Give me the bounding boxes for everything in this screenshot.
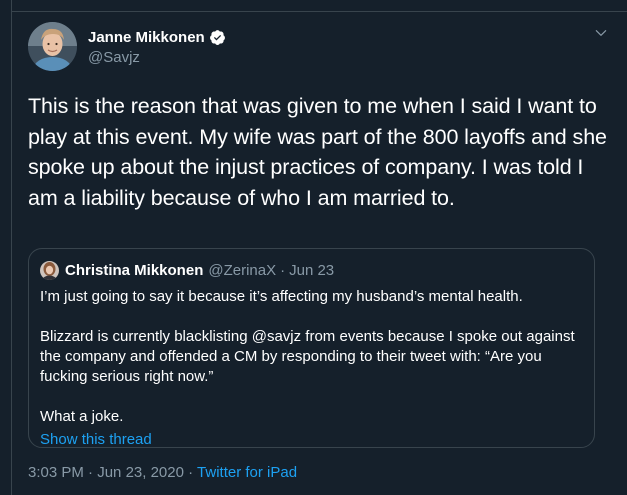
chevron-down-icon[interactable] (594, 26, 608, 40)
quoted-author-display-name: Christina Mikkonen (65, 261, 204, 279)
quoted-meta-separator: · (280, 261, 286, 279)
quoted-paragraph: Blizzard is currently blacklisting @savj… (40, 328, 575, 385)
footer-separator: · (88, 464, 94, 481)
tweet-time[interactable]: 3:03 PM (28, 464, 84, 481)
tweet-date[interactable]: Jun 23, 2020 (97, 464, 184, 481)
quoted-paragraph: What a joke. (40, 408, 124, 425)
author-names: Janne Mikkonen @Savjz (88, 27, 226, 66)
author-avatar[interactable] (28, 22, 77, 71)
tweet-source-link[interactable]: Twitter for iPad (197, 464, 297, 481)
tweet-text: This is the reason that was given to me … (28, 94, 607, 210)
verified-badge-icon (209, 29, 225, 45)
display-name-row: Janne Mikkonen (88, 27, 226, 47)
footer-separator: · (188, 464, 194, 481)
tweet: Janne Mikkonen @Savjz This is the reason… (28, 22, 613, 213)
author-display-name[interactable]: Janne Mikkonen (88, 29, 205, 46)
quoted-date: Jun 23 (289, 261, 335, 279)
quoted-paragraph: I’m just going to say it because it’s af… (40, 288, 523, 305)
quoted-author-avatar (40, 260, 59, 280)
tweet-footer: 3:03 PM · Jun 23, 2020 · Twitter for iPa… (28, 464, 297, 481)
quoted-author-handle: @ZerinaX (208, 261, 277, 279)
tweet-header: Janne Mikkonen @Savjz (28, 22, 613, 74)
tweet-page: Janne Mikkonen @Savjz This is the reason… (0, 0, 627, 495)
quoted-tweet-header: Christina Mikkonen @ZerinaX · Jun 23 (40, 260, 334, 280)
author-handle[interactable]: @Savjz (88, 49, 226, 66)
timeline-border-left (11, 0, 12, 495)
timeline-border-top (11, 11, 627, 12)
quoted-avatar-image (40, 260, 59, 280)
quoted-tweet[interactable]: Christina Mikkonen @ZerinaX · Jun 23 I’m… (28, 248, 595, 448)
avatar-image (28, 22, 77, 71)
show-thread-link[interactable]: Show this thread (40, 430, 585, 450)
quoted-tweet-body: I’m just going to say it because it’s af… (40, 287, 585, 450)
